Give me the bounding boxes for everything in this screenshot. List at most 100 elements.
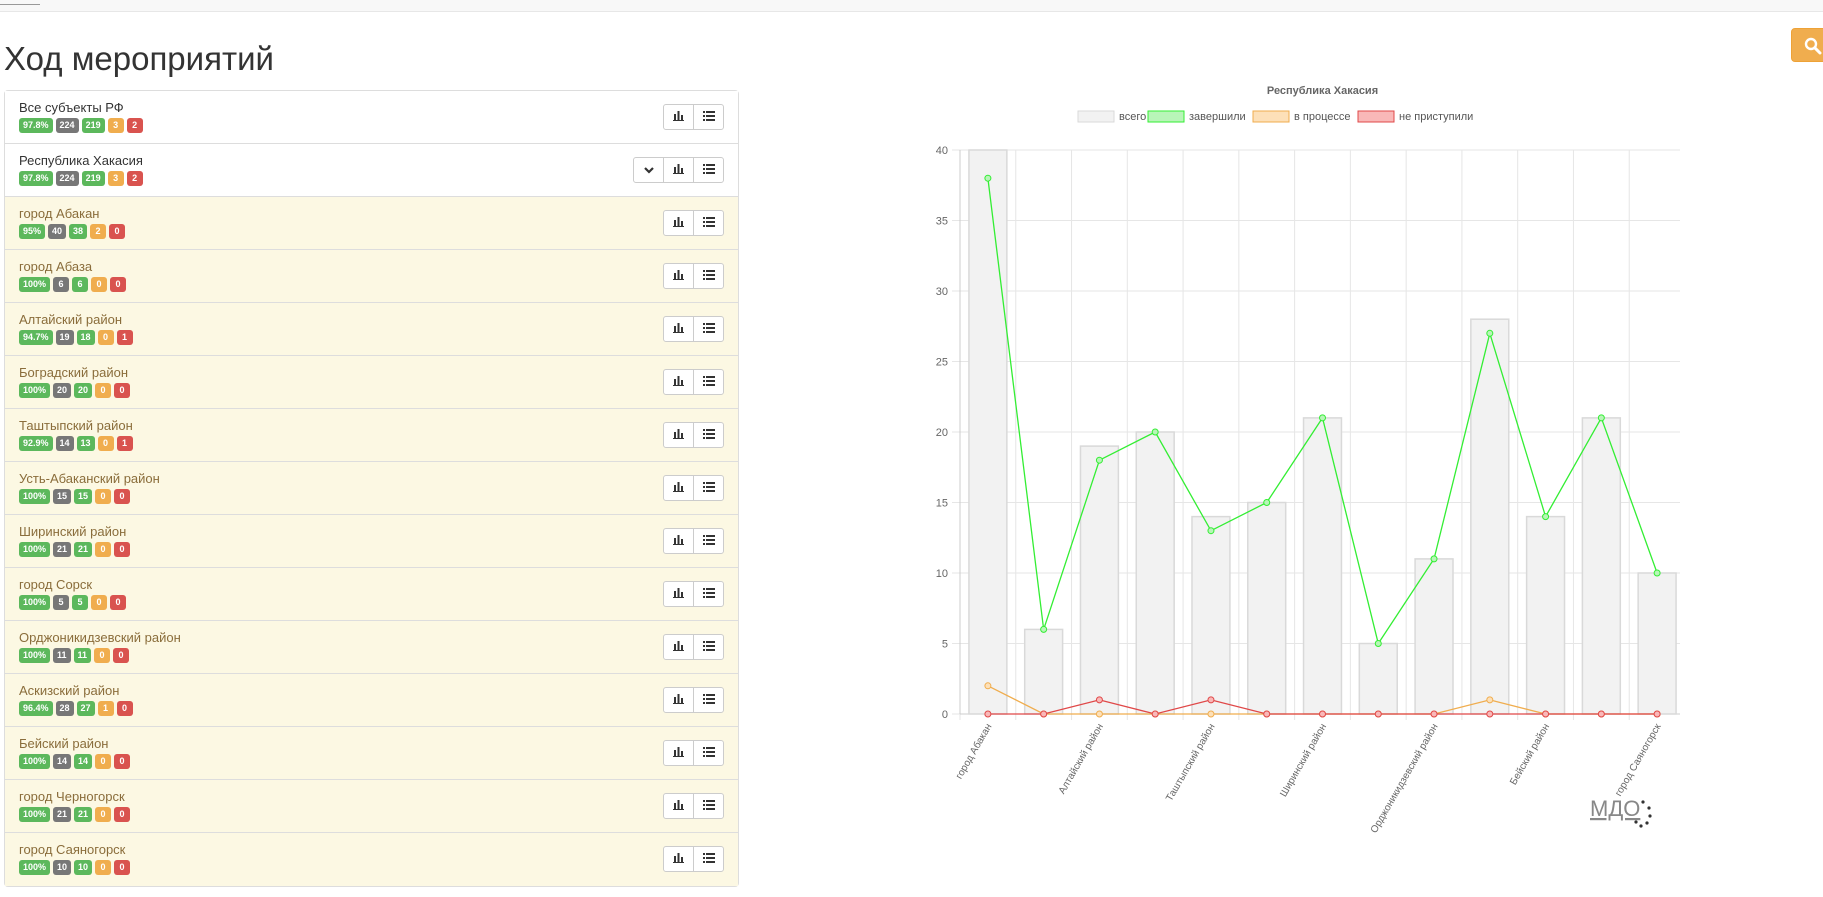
region-row[interactable]: Ширинский район 100% 21 21 0 0 bbox=[5, 515, 738, 568]
in-progress-badge: 0 bbox=[95, 489, 112, 504]
row-actions bbox=[663, 422, 724, 448]
loading-spinner-dot bbox=[1641, 800, 1645, 804]
stats-badges: 100% 20 20 0 0 bbox=[19, 383, 131, 398]
in-progress-badge: 3 bbox=[107, 171, 124, 186]
y-tick-label: 10 bbox=[936, 568, 948, 580]
x-tick-label: Орджоникидзевский район bbox=[1369, 722, 1441, 835]
region-name[interactable]: город Сорск bbox=[19, 577, 92, 592]
region-name[interactable]: Бейский район bbox=[19, 736, 108, 751]
chart-button[interactable] bbox=[663, 157, 694, 183]
loading-spinner-dot bbox=[1648, 814, 1652, 818]
region-name[interactable]: город Черногорск bbox=[19, 789, 125, 804]
chart-button[interactable] bbox=[663, 316, 694, 342]
chart-button[interactable] bbox=[663, 104, 694, 130]
region-name[interactable]: Аскизский район bbox=[19, 683, 119, 698]
region-row[interactable]: Бейский район 100% 14 14 0 0 bbox=[5, 727, 738, 780]
expand-button[interactable] bbox=[633, 157, 664, 183]
region-row[interactable]: Боградский район 100% 20 20 0 0 bbox=[5, 356, 738, 409]
percent-badge: 92.9% bbox=[19, 436, 53, 451]
chart-button[interactable] bbox=[663, 846, 694, 872]
page-title: Ход мероприятий bbox=[4, 40, 274, 77]
region-row[interactable]: город Абаза 100% 6 6 0 0 bbox=[5, 250, 738, 303]
not-started-badge: 0 bbox=[114, 807, 131, 822]
region-row[interactable]: город Абакан 95% 40 38 2 0 bbox=[5, 197, 738, 250]
stats-badges: 97.8% 224 219 3 2 bbox=[19, 171, 143, 186]
region-name[interactable]: Республика Хакасия bbox=[19, 153, 143, 168]
region-row[interactable]: Таштыпский район 92.9% 14 13 0 1 bbox=[5, 409, 738, 462]
region-name[interactable]: Орджоникидзевский район bbox=[19, 630, 181, 645]
list-button[interactable] bbox=[693, 687, 724, 713]
chart-button[interactable] bbox=[663, 475, 694, 501]
done-badge: 21 bbox=[74, 807, 93, 822]
loading-spinner-dot bbox=[1639, 824, 1643, 828]
list-button[interactable] bbox=[693, 793, 724, 819]
list-button[interactable] bbox=[693, 634, 724, 660]
chart-button[interactable] bbox=[663, 369, 694, 395]
chart-button[interactable] bbox=[663, 687, 694, 713]
chart-button[interactable] bbox=[663, 263, 694, 289]
chart-button[interactable] bbox=[663, 422, 694, 448]
done-badge: 11 bbox=[73, 648, 92, 663]
region-name[interactable]: Таштыпский район bbox=[19, 418, 133, 433]
total-badge: 21 bbox=[53, 542, 72, 557]
list-button[interactable] bbox=[693, 369, 724, 395]
region-row[interactable]: город Черногорск 100% 21 21 0 0 bbox=[5, 780, 738, 833]
in-progress-badge: 0 bbox=[91, 595, 108, 610]
list-button[interactable] bbox=[693, 528, 724, 554]
bar-chart-icon bbox=[672, 850, 685, 868]
list-button[interactable] bbox=[693, 263, 724, 289]
in-progress-badge: 3 bbox=[107, 118, 124, 133]
region-row[interactable]: Алтайский район 94.7% 19 18 0 1 bbox=[5, 303, 738, 356]
data-point bbox=[1040, 710, 1048, 718]
data-point bbox=[1542, 710, 1550, 718]
data-point bbox=[1430, 710, 1438, 718]
region-row[interactable]: город Сорск 100% 5 5 0 0 bbox=[5, 568, 738, 621]
loading-spinner-dot bbox=[1634, 820, 1638, 824]
list-icon bbox=[702, 691, 715, 709]
chart-button[interactable] bbox=[663, 740, 694, 766]
list-button[interactable] bbox=[693, 475, 724, 501]
stats-badges: 100% 15 15 0 0 bbox=[19, 489, 131, 504]
chart-button[interactable] bbox=[663, 793, 694, 819]
list-button[interactable] bbox=[693, 422, 724, 448]
navbar-logo[interactable] bbox=[0, 0, 40, 5]
x-tick-label: город Саяногорск bbox=[1613, 721, 1664, 798]
list-icon bbox=[702, 267, 715, 285]
chart-button[interactable] bbox=[663, 528, 694, 554]
region-name[interactable]: Алтайский район bbox=[19, 312, 122, 327]
chart-button[interactable] bbox=[663, 581, 694, 607]
region-row[interactable]: Республика Хакасия 97.8% 224 219 3 2 bbox=[5, 144, 738, 197]
region-row[interactable]: Усть-Абаканский район 100% 15 15 0 0 bbox=[5, 462, 738, 515]
region-row[interactable]: Все субъекты РФ 97.8% 224 219 3 2 bbox=[5, 91, 738, 144]
percent-badge: 100% bbox=[19, 754, 51, 769]
search-icon bbox=[1804, 37, 1822, 55]
list-button[interactable] bbox=[693, 210, 724, 236]
region-name[interactable]: Ширинский район bbox=[19, 524, 126, 539]
region-row[interactable]: город Саяногорск 100% 10 10 0 0 bbox=[5, 833, 738, 886]
done-badge: 13 bbox=[76, 436, 95, 451]
region-name[interactable]: город Абаза bbox=[19, 259, 92, 274]
total-badge: 6 bbox=[53, 277, 70, 292]
list-button[interactable] bbox=[693, 104, 724, 130]
region-name[interactable]: город Саяногорск bbox=[19, 842, 125, 857]
region-name[interactable]: Усть-Абаканский район bbox=[19, 471, 160, 486]
chart-button[interactable] bbox=[663, 210, 694, 236]
bar-chart-icon bbox=[672, 373, 685, 391]
region-name[interactable]: город Абакан bbox=[19, 206, 100, 221]
list-button[interactable] bbox=[693, 740, 724, 766]
list-button[interactable] bbox=[693, 846, 724, 872]
row-actions bbox=[663, 475, 724, 501]
list-button[interactable] bbox=[693, 157, 724, 183]
list-button[interactable] bbox=[693, 316, 724, 342]
percent-badge: 100% bbox=[19, 648, 51, 663]
region-row[interactable]: Орджоникидзевский район 100% 11 11 0 0 bbox=[5, 621, 738, 674]
list-icon bbox=[702, 585, 715, 603]
region-row[interactable]: Аскизский район 96.4% 28 27 1 0 bbox=[5, 674, 738, 727]
search-button[interactable] bbox=[1791, 28, 1823, 62]
list-button[interactable] bbox=[693, 581, 724, 607]
not-started-badge: 0 bbox=[114, 542, 131, 557]
region-name[interactable]: Боградский район bbox=[19, 365, 128, 380]
region-name[interactable]: Все субъекты РФ bbox=[19, 100, 124, 115]
chart-button[interactable] bbox=[663, 634, 694, 660]
stats-badges: 100% 5 5 0 0 bbox=[19, 595, 127, 610]
